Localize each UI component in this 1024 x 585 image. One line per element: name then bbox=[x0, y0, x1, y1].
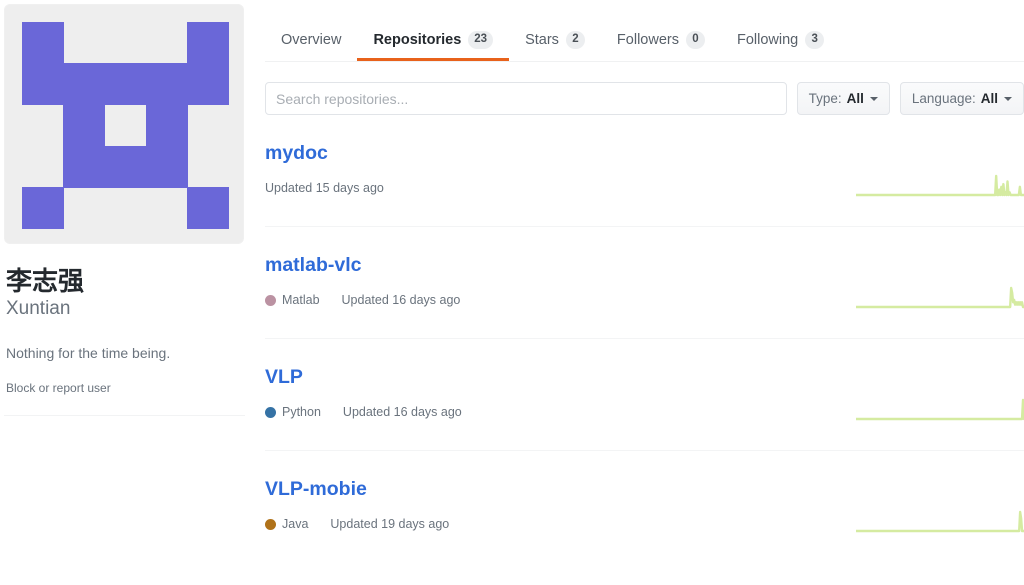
github-profile-page: 李志强 Xuntian Nothing for the time being. … bbox=[0, 0, 1024, 585]
language-label: Java bbox=[282, 517, 309, 531]
filter-label: Language: bbox=[911, 91, 976, 106]
tab-count-badge: 3 bbox=[805, 30, 825, 49]
tab-following[interactable]: Following 3 bbox=[721, 18, 840, 61]
block-or-report-user-link[interactable]: Block or report user bbox=[6, 380, 245, 396]
identicon-icon bbox=[5, 5, 243, 243]
identicon-cell bbox=[63, 145, 106, 188]
identicon-cell bbox=[22, 22, 64, 64]
tab-label: Repositories bbox=[373, 31, 462, 48]
language-filter[interactable]: Language: All bbox=[899, 82, 1024, 115]
repository-activity-sparkline bbox=[856, 509, 1024, 539]
repository-name-link[interactable]: VLP-mobie bbox=[265, 477, 367, 501]
tab-label: Following bbox=[736, 31, 799, 48]
language-label: Python bbox=[282, 405, 321, 419]
repository-updated-time: Updated 16 days ago bbox=[341, 293, 461, 307]
tab-count-badge: 23 bbox=[468, 30, 494, 49]
repository-row: mydoc Updated 15 days ago bbox=[265, 115, 1024, 227]
repository-name-link[interactable]: mydoc bbox=[265, 141, 328, 165]
tab-label: Stars bbox=[525, 31, 559, 48]
identicon-cell bbox=[145, 63, 188, 106]
search-repositories-input[interactable] bbox=[265, 82, 787, 115]
profile-bio: Nothing for the time being. bbox=[6, 345, 171, 361]
identicon-cell bbox=[187, 63, 229, 106]
chevron-down-icon bbox=[1004, 96, 1012, 101]
identicon-cell bbox=[22, 63, 64, 106]
repository-activity-sparkline bbox=[856, 397, 1024, 427]
repository-activity-sparkline bbox=[856, 173, 1024, 203]
repository-list: mydoc Updated 15 days ago matlab-vlc Matlab… bbox=[265, 115, 1024, 563]
repository-meta: Java Updated 19 days ago bbox=[265, 516, 856, 532]
tab-stars[interactable]: Stars 2 bbox=[509, 18, 601, 61]
identicon-cell bbox=[22, 187, 64, 229]
profile-sidebar: 李志强 Xuntian Nothing for the time being. … bbox=[0, 0, 245, 585]
repository-info: matlab-vlc Matlab Updated 16 days ago bbox=[265, 251, 856, 308]
repository-info: VLP Python Updated 16 days ago bbox=[265, 363, 856, 420]
profile-full-name: 李志强 bbox=[6, 266, 85, 296]
avatar[interactable] bbox=[4, 4, 244, 244]
repository-activity-sparkline bbox=[856, 285, 1024, 315]
repository-meta: Matlab Updated 16 days ago bbox=[265, 292, 856, 308]
profile-tabs: Overview Repositories 23 Stars 2 Followers 0 Fo… bbox=[265, 0, 1024, 62]
repository-row: VLP Python Updated 16 days ago bbox=[265, 339, 1024, 451]
sidebar-divider bbox=[4, 415, 245, 416]
identicon-cell bbox=[145, 145, 188, 188]
identicon-cell bbox=[187, 22, 229, 64]
type-filter[interactable]: Type: All bbox=[796, 82, 890, 115]
identicon-cell bbox=[63, 104, 106, 147]
tab-count-badge: 2 bbox=[565, 30, 585, 49]
filter-value: All bbox=[980, 91, 998, 106]
language-label: Matlab bbox=[282, 293, 320, 307]
repository-language: Matlab bbox=[265, 292, 320, 308]
filter-label: Type: bbox=[808, 91, 842, 106]
repository-info: VLP-mobie Java Updated 19 days ago bbox=[265, 475, 856, 532]
repository-row: matlab-vlc Matlab Updated 16 days ago bbox=[265, 227, 1024, 339]
repository-row: VLP-mobie Java Updated 19 days ago bbox=[265, 451, 1024, 563]
identicon-cell bbox=[187, 187, 229, 229]
tab-repositories[interactable]: Repositories 23 bbox=[357, 18, 509, 61]
repository-updated-time: Updated 15 days ago bbox=[265, 181, 384, 195]
tab-overview[interactable]: Overview bbox=[265, 18, 357, 61]
identicon-cell bbox=[104, 63, 147, 106]
repository-filter-bar: Type: All Language: All bbox=[265, 62, 1024, 115]
identicon-cell bbox=[63, 63, 106, 106]
repository-updated-time: Updated 16 days ago bbox=[342, 405, 462, 419]
tab-followers[interactable]: Followers 0 bbox=[601, 18, 721, 61]
identicon-cell bbox=[145, 104, 188, 147]
repository-name-link[interactable]: matlab-vlc bbox=[265, 253, 361, 277]
repository-meta: Python Updated 16 days ago bbox=[265, 404, 856, 420]
repository-language: Python bbox=[265, 404, 321, 420]
repository-language: Java bbox=[265, 516, 308, 532]
profile-username: Xuntian bbox=[6, 298, 71, 319]
tab-count-badge: 0 bbox=[685, 30, 705, 49]
repository-meta: Updated 15 days ago bbox=[265, 180, 856, 196]
identicon-cell bbox=[104, 145, 147, 188]
language-color-dot-icon bbox=[265, 518, 276, 530]
language-color-dot-icon bbox=[265, 406, 276, 418]
repository-name-link[interactable]: VLP bbox=[265, 365, 303, 389]
tab-label: Overview bbox=[281, 31, 342, 48]
main-content: Overview Repositories 23 Stars 2 Followers 0 Fo… bbox=[265, 0, 1024, 585]
language-color-dot-icon bbox=[265, 294, 276, 306]
tab-label: Followers bbox=[616, 31, 679, 48]
repository-info: mydoc Updated 15 days ago bbox=[265, 139, 856, 196]
filter-buttons: Type: All Language: All bbox=[796, 82, 1024, 115]
chevron-down-icon bbox=[869, 96, 878, 101]
filter-value: All bbox=[846, 91, 864, 106]
repository-updated-time: Updated 19 days ago bbox=[330, 517, 450, 531]
